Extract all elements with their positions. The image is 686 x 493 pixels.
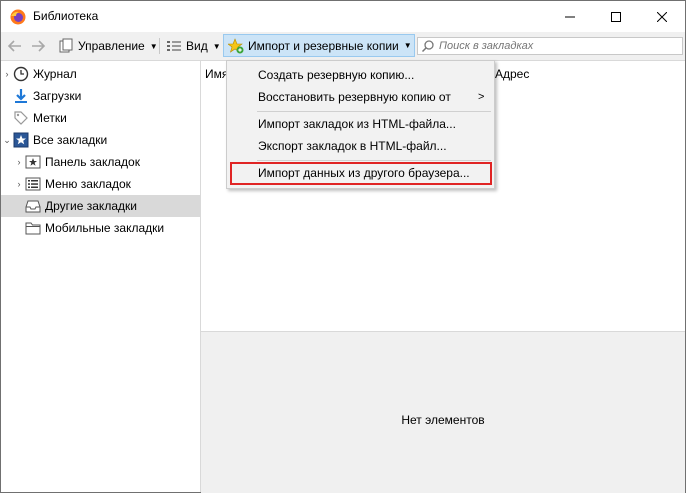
menu-item-create-backup[interactable]: Создать резервную копию... [227,64,494,86]
chevron-right-icon: > [478,91,485,103]
import-backup-dropdown: Создать резервную копию... Восстановить … [226,60,495,189]
close-icon [657,11,667,22]
star-box-icon [25,154,41,170]
view-menu-button[interactable]: Вид ▼ [166,35,221,57]
sidebar-item-history[interactable]: › Журнал [1,63,200,85]
menu-item-import-html[interactable]: Импорт закладок из HTML-файла... [227,113,494,135]
star-import-icon [228,37,244,53]
star-folder-icon [13,132,29,148]
chevron-down-icon[interactable]: ⌄ [1,135,13,146]
manage-label: Управление [78,39,145,53]
search-box[interactable] [417,37,683,55]
menu-separator [257,160,491,161]
chevron-down-icon: ▼ [403,41,412,50]
list-view-icon [167,41,181,51]
sidebar-item-label: Все закладки [33,133,108,147]
firefox-icon [10,9,26,25]
close-button[interactable] [639,1,685,32]
sidebar-item-label: Загрузки [33,89,82,103]
sidebar-item-mobile-bookmarks[interactable]: Мобильные закладки [1,217,200,239]
highlight-annotation-box [230,162,492,185]
menu-list-icon [25,176,41,192]
sidebar-item-label: Меню закладок [45,177,131,191]
menu-item-label: Создать резервную копию... [258,68,415,82]
empty-message: Нет элементов [401,413,485,427]
sidebar-item-label: Панель закладок [45,155,140,169]
sidebar-item-label: Другие закладки [45,199,137,213]
sidebar-item-label: Метки [33,111,67,125]
chevron-down-icon: ▼ [212,41,221,51]
sidebar-item-label: Журнал [33,67,77,81]
view-label: Вид [186,39,208,53]
menu-item-label: Восстановить резервную копию от [258,90,451,104]
chevron-right-icon[interactable]: › [13,179,25,189]
sidebar-item-label: Мобильные закладки [45,221,165,235]
search-icon [421,40,434,53]
column-header-address[interactable]: Адрес [495,67,529,81]
clock-icon [13,66,29,82]
menu-separator [257,111,491,112]
download-icon [13,88,29,104]
maximize-button[interactable] [593,1,639,32]
sidebar-item-all-bookmarks[interactable]: ⌄ Все закладки [1,129,200,151]
menu-item-label: Экспорт закладок в HTML-файл... [258,139,447,153]
import-backup-menu-button[interactable]: Импорт и резервные копии ▼ [223,34,415,57]
details-pane: Нет элементов [201,331,685,493]
maximize-icon [611,11,621,22]
menu-item-restore-backup[interactable]: Восстановить резервную копию от > [227,86,494,108]
pages-icon [59,38,73,53]
arrow-right-icon[interactable] [29,37,47,55]
window-title: Библиотека [33,9,99,23]
menu-item-export-html[interactable]: Экспорт закладок в HTML-файл... [227,135,494,157]
sidebar-item-other-bookmarks[interactable]: Другие закладки [1,195,200,217]
library-window: Библиотека Управление ▼ Вид ▼ Импорт и р… [0,0,686,493]
title-bar: Библиотека [1,1,685,32]
sidebar-item-bookmarks-menu[interactable]: › Меню закладок [1,173,200,195]
chevron-down-icon: ▼ [149,41,158,51]
menu-item-label: Импорт закладок из HTML-файла... [258,117,456,131]
sidebar-tree: › Журнал Загрузки Метки ⌄ Все закладки ›… [1,61,201,492]
minimize-button[interactable] [547,1,593,32]
toolbar-separator [159,38,160,54]
sidebar-item-downloads[interactable]: Загрузки [1,85,200,107]
tag-icon [13,110,29,126]
folder-icon [25,220,41,236]
chevron-right-icon[interactable]: › [1,69,13,79]
chevron-right-icon[interactable]: › [13,157,25,167]
manage-menu-button[interactable]: Управление ▼ [58,35,158,57]
column-header-name[interactable]: Имя [205,67,228,81]
arrow-left-icon[interactable] [6,37,24,55]
search-input[interactable] [435,40,679,52]
sidebar-item-bookmarks-toolbar[interactable]: › Панель закладок [1,151,200,173]
tray-icon [25,198,41,214]
sidebar-item-tags[interactable]: Метки [1,107,200,129]
toolbar: Управление ▼ Вид ▼ Импорт и резервные ко… [1,32,685,61]
minimize-icon [565,16,575,17]
import-label: Импорт и резервные копии [248,38,399,53]
